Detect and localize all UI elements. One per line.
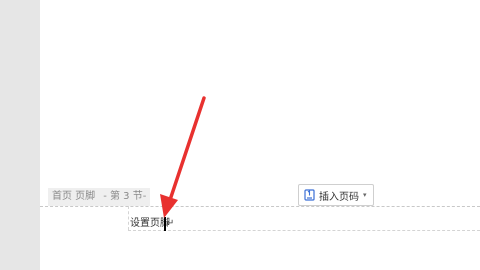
left-gutter	[0, 0, 40, 270]
footer-tab-label: 首页 页脚	[52, 191, 96, 202]
chevron-down-icon: ▾	[363, 191, 367, 199]
footer-section-tab: 首页 页脚 - 第 3 节-	[48, 188, 151, 206]
footer-area-left-line	[128, 206, 129, 230]
footer-boundary-line	[40, 206, 480, 207]
paragraph-mark-icon: ↵	[166, 218, 175, 229]
insert-page-number-label: 插入页码	[319, 191, 359, 203]
page-number-icon	[304, 189, 315, 201]
footer-area-line	[128, 230, 480, 231]
insert-page-number-button[interactable]: 插入页码 ▾	[298, 184, 374, 206]
footer-section-label: - 第 3 节-	[103, 191, 147, 202]
